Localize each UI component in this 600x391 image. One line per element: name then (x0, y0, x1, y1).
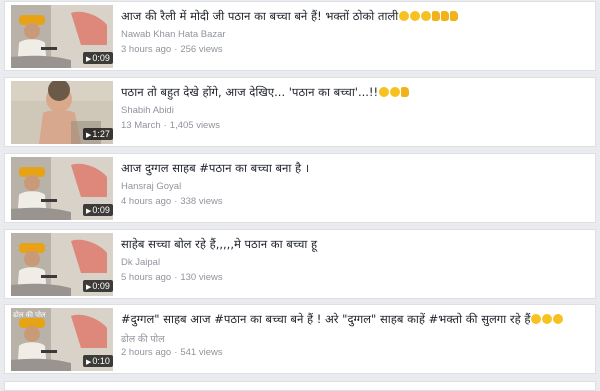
video-meta: 13 March · 1,405 views (121, 120, 220, 131)
play-icon: ▶ (86, 56, 92, 63)
emoji-icon (379, 87, 390, 97)
emoji-icon (421, 11, 432, 21)
emoji-icon (553, 314, 564, 324)
play-icon: ▶ (86, 132, 92, 139)
duration-badge: ▶0:10 (83, 355, 113, 367)
duration-badge: ▶0:09 (83, 280, 113, 292)
next-video-card-partial[interactable] (4, 381, 596, 391)
video-title-text[interactable]: साहेब सच्चा बोल रहे हैं,,,,,मे पठान का ब… (121, 237, 317, 251)
video-card[interactable]: ▶0:09 आज दुग्गल साहब #पठान का बच्चा बना ह… (4, 153, 596, 223)
duration-text: 0:09 (92, 205, 110, 215)
video-card[interactable]: ▶1:27 पठान तो बहुत देखे होंगे, आज देखिए..… (4, 77, 596, 147)
meta-separator: · (174, 44, 178, 55)
video-thumbnail[interactable]: ▶0:09 (11, 233, 113, 296)
video-meta: 5 hours ago · 130 views (121, 272, 223, 283)
meta-separator: · (174, 272, 178, 283)
author-name[interactable]: Shabih Abidi (121, 105, 174, 116)
duration-text: 0:10 (92, 356, 110, 366)
duration-badge: ▶0:09 (83, 204, 113, 216)
video-title-text[interactable]: आज दुग्गल साहब #पठान का बच्चा बना है । (121, 161, 309, 175)
meta-separator: · (163, 120, 167, 131)
video-card[interactable]: ढोल की पोल ▶0:10 #दुग्गल" साहब आज #पठान का… (4, 304, 596, 374)
author-name[interactable]: Nawab Khan Hata Bazar (121, 29, 226, 40)
video-title[interactable]: पठान तो बहुत देखे होंगे, आज देखिए... 'पठ… (121, 84, 591, 100)
emoji-icon (399, 11, 410, 21)
post-time[interactable]: 3 hours ago (121, 44, 171, 55)
thumbnail-watermark: ढोल की पोल (13, 311, 46, 319)
duration-text: 1:27 (92, 129, 110, 139)
video-title-text[interactable]: #दुग्गल" साहब आज #पठान का बच्चा बने हैं … (121, 312, 530, 326)
emoji-icon (410, 11, 421, 21)
video-title[interactable]: आज की रैली में मोदी जी पठान का बच्चा बने… (121, 8, 591, 24)
view-count: 541 views (180, 347, 223, 358)
duration-badge: ▶0:09 (83, 52, 113, 64)
pointing-down-icon (441, 11, 450, 21)
video-title-text[interactable]: आज की रैली में मोदी जी पठान का बच्चा बने… (121, 9, 398, 23)
duration-text: 0:09 (92, 53, 110, 63)
author-name[interactable]: Hansraj Goyal (121, 181, 181, 192)
view-count: 338 views (180, 196, 223, 207)
video-title[interactable]: साहेब सच्चा बोल रहे हैं,,,,,मे पठान का ब… (121, 236, 591, 252)
video-title[interactable]: आज दुग्गल साहब #पठान का बच्चा बना है । (121, 160, 591, 176)
author-name[interactable]: ढोल की पोल (121, 332, 165, 345)
author-name[interactable]: Dk Jaipal (121, 257, 160, 268)
video-results-list: ▶0:09 आज की रैली में मोदी जी पठान का बच्च… (0, 0, 600, 387)
video-meta: 2 hours ago · 541 views (121, 347, 223, 358)
video-meta: 3 hours ago · 256 views (121, 44, 223, 55)
post-time[interactable]: 4 hours ago (121, 196, 171, 207)
pointing-down-icon (450, 11, 459, 21)
video-thumbnail[interactable]: ▶0:09 (11, 157, 113, 220)
meta-separator: · (174, 196, 178, 207)
emoji-icon (542, 314, 553, 324)
meta-separator: · (174, 347, 178, 358)
emoji-icon (390, 87, 401, 97)
view-count: 130 views (180, 272, 223, 283)
duration-badge: ▶1:27 (83, 128, 113, 140)
video-thumbnail[interactable]: ढोल की पोल ▶0:10 (11, 308, 113, 371)
video-thumbnail[interactable]: ▶1:27 (11, 81, 113, 144)
video-meta: 4 hours ago · 338 views (121, 196, 223, 207)
post-time[interactable]: 5 hours ago (121, 272, 171, 283)
play-icon: ▶ (86, 284, 92, 291)
view-count: 256 views (180, 44, 223, 55)
pointing-down-icon (401, 87, 410, 97)
post-time[interactable]: 2 hours ago (121, 347, 171, 358)
post-time[interactable]: 13 March (121, 120, 161, 131)
play-icon: ▶ (86, 359, 92, 366)
video-thumbnail[interactable]: ▶0:09 (11, 5, 113, 68)
pointing-down-icon (432, 11, 441, 21)
video-title-text[interactable]: पठान तो बहुत देखे होंगे, आज देखिए... 'पठ… (121, 85, 378, 99)
video-card[interactable]: ▶0:09 साहेब सच्चा बोल रहे हैं,,,,,मे पठान… (4, 229, 596, 299)
emoji-icon (531, 314, 542, 324)
video-card[interactable]: ▶0:09 आज की रैली में मोदी जी पठान का बच्च… (4, 1, 596, 71)
duration-text: 0:09 (92, 281, 110, 291)
video-title[interactable]: #दुग्गल" साहब आज #पठान का बच्चा बने हैं … (121, 311, 591, 327)
view-count: 1,405 views (169, 120, 220, 131)
play-icon: ▶ (86, 208, 92, 215)
